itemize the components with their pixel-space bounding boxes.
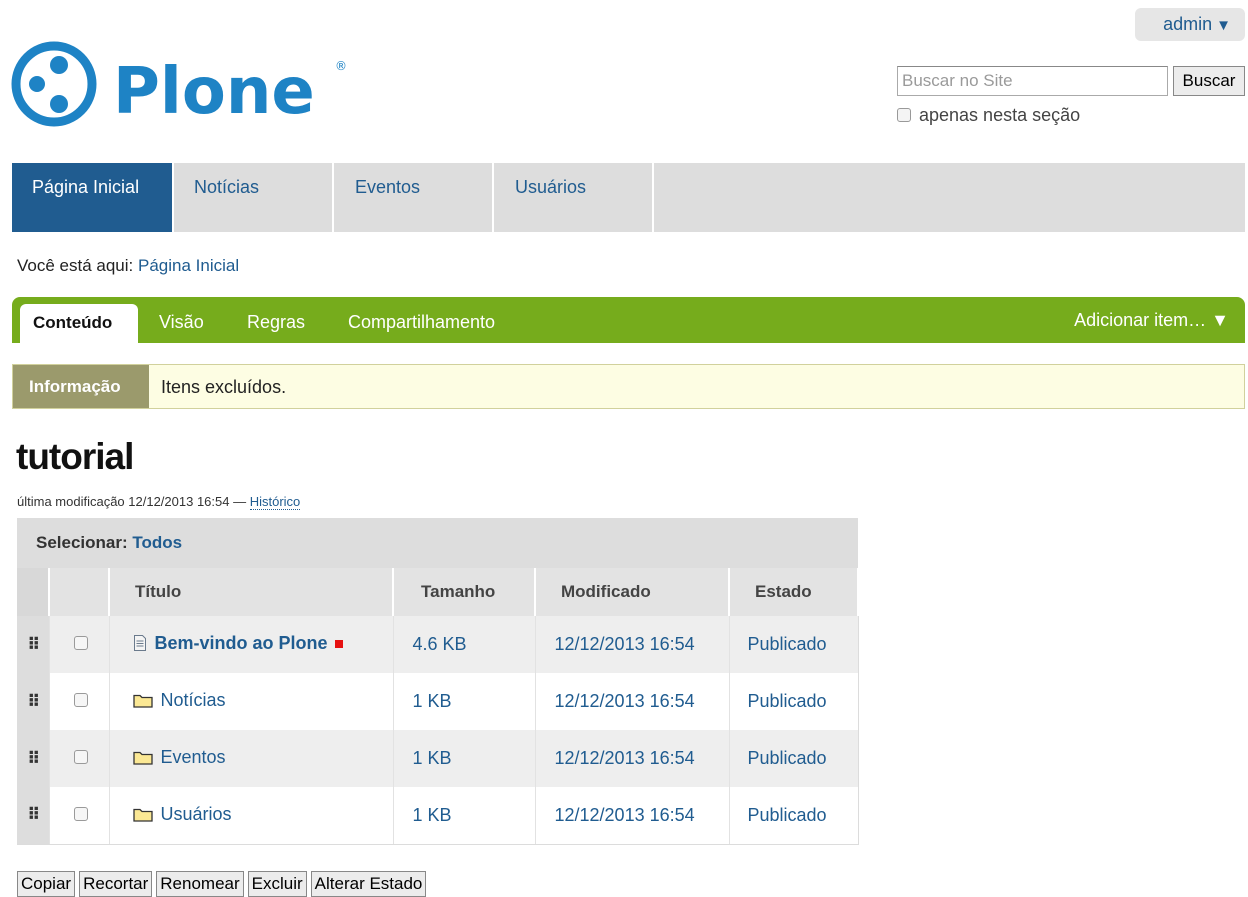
breadcrumb-prefix: Você está aqui: (17, 256, 134, 275)
table-row: ⠿ Bem-vindo ao Plone 4.6 KB 12/12/2013 1… (17, 616, 859, 673)
row-select-cell (49, 616, 110, 673)
search-input[interactable] (897, 66, 1168, 96)
folder-icon (132, 692, 153, 713)
edit-bar: Conteúdo Visão Regras Compartilhamento A… (12, 297, 1245, 343)
row-select-cell (49, 787, 110, 845)
row-checkbox[interactable] (73, 636, 88, 650)
select-bar: Selecionar: Todos (17, 518, 859, 568)
item-title-link[interactable]: Usuários (161, 804, 232, 824)
plone-logo-icon: Plone ® (11, 41, 347, 129)
item-title-cell: Eventos (109, 730, 394, 787)
drag-handle-icon[interactable]: ⠿ (17, 730, 50, 787)
item-title-link[interactable]: Eventos (161, 747, 226, 767)
item-modified: 12/12/2013 16:54 (535, 730, 730, 787)
select-label: Selecionar: (36, 533, 128, 552)
checkbox-column-header (49, 568, 110, 616)
folder-actions: Copiar Recortar Renomear Excluir Alterar… (17, 871, 427, 897)
page-title: tutorial (16, 436, 134, 477)
delete-button[interactable]: Excluir (247, 871, 307, 897)
column-header-state[interactable]: Estado (729, 568, 860, 616)
message-text: Itens excluídos. (161, 377, 287, 397)
locked-icon (334, 640, 343, 648)
nav-item-news[interactable]: Notícias (174, 163, 334, 232)
drag-handle-icon[interactable]: ⠿ (17, 616, 50, 673)
row-checkbox[interactable] (73, 806, 88, 821)
row-checkbox[interactable] (73, 693, 88, 707)
cut-button[interactable]: Recortar (79, 871, 153, 897)
change-state-button[interactable]: Alterar Estado (310, 871, 427, 897)
history-link[interactable]: Histórico (249, 494, 301, 510)
tab-contents[interactable]: Conteúdo (20, 304, 138, 343)
item-modified: 12/12/2013 16:54 (535, 673, 730, 730)
item-size: 1 KB (393, 673, 536, 730)
item-state: Publicado (729, 730, 859, 787)
drag-handle-icon[interactable]: ⠿ (17, 787, 50, 845)
item-size: 4.6 KB (393, 616, 536, 673)
folder-icon (132, 806, 153, 827)
item-size: 1 KB (393, 730, 536, 787)
dropdown-arrow-icon: ▼ (1216, 17, 1231, 34)
section-only-label: apenas nesta seção (919, 104, 1081, 125)
registered-mark: ® (335, 59, 347, 73)
site-logo[interactable]: Plone ® (10, 40, 355, 130)
item-title-link[interactable]: Notícias (161, 690, 226, 710)
row-select-cell (49, 730, 110, 787)
breadcrumb-item-home[interactable]: Página Inicial (138, 256, 239, 275)
add-item-menu[interactable]: Adicionar item… ▼ (1074, 310, 1229, 331)
status-message: Informação Itens excluídos. (12, 364, 1245, 409)
column-header-modified[interactable]: Modificado (535, 568, 730, 616)
global-nav: Página Inicial Notícias Eventos Usuários (12, 163, 1245, 232)
byline-modified: última modificação 12/12/2013 16:54 — (17, 494, 247, 509)
item-title-cell: Bem-vindo ao Plone (109, 616, 394, 673)
rename-button[interactable]: Renomear (156, 871, 244, 897)
tab-sharing[interactable]: Compartilhamento (348, 312, 495, 333)
item-title-link[interactable]: Bem-vindo ao Plone (155, 633, 328, 653)
section-only-checkbox[interactable] (897, 108, 911, 122)
user-menu[interactable]: admin ▼ (1135, 8, 1245, 41)
item-state: Publicado (729, 673, 859, 730)
logo-text: Plone (113, 55, 315, 129)
search-button[interactable]: Buscar (1173, 66, 1245, 96)
copy-button[interactable]: Copiar (17, 871, 76, 897)
row-select-cell (49, 673, 110, 730)
nav-item-events[interactable]: Eventos (334, 163, 494, 232)
byline: última modificação 12/12/2013 16:54 — Hi… (17, 494, 301, 510)
item-title-cell: Notícias (109, 673, 394, 730)
item-modified: 12/12/2013 16:54 (535, 616, 730, 673)
tab-rules[interactable]: Regras (247, 312, 305, 333)
item-title-cell: Usuários (109, 787, 394, 845)
column-header-size[interactable]: Tamanho (393, 568, 536, 616)
table-row: ⠿ Eventos 1 KB 12/12/2013 16:54 Publicad… (17, 730, 859, 787)
item-state: Publicado (729, 616, 859, 673)
nav-item-home[interactable]: Página Inicial (12, 163, 174, 232)
message-type: Informação (13, 365, 149, 408)
item-size: 1 KB (393, 787, 536, 845)
section-only-option[interactable]: apenas nesta seção (897, 103, 1080, 127)
folder-contents-table: Selecionar: Todos Título Tamanho Modific… (17, 518, 860, 845)
row-checkbox[interactable] (73, 750, 88, 764)
tab-view[interactable]: Visão (159, 312, 204, 333)
table-row: ⠿ Usuários 1 KB 12/12/2013 16:54 Publica… (17, 787, 859, 845)
column-header-title[interactable]: Título (109, 568, 394, 616)
document-icon (133, 635, 147, 656)
breadcrumb: Você está aqui: Página Inicial (17, 256, 239, 276)
folder-icon (132, 749, 153, 770)
nav-item-users[interactable]: Usuários (494, 163, 654, 232)
item-modified: 12/12/2013 16:54 (535, 787, 730, 845)
drag-column-header (17, 568, 50, 616)
table-row: ⠿ Notícias 1 KB 12/12/2013 16:54 Publica… (17, 673, 859, 730)
select-all-link[interactable]: Todos (132, 533, 182, 552)
drag-handle-icon[interactable]: ⠿ (17, 673, 50, 730)
user-name: admin (1163, 14, 1213, 34)
item-state: Publicado (729, 787, 859, 845)
